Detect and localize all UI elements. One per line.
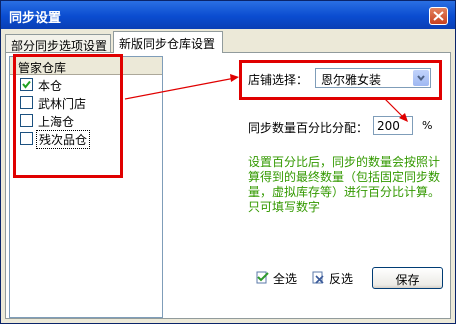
sync-settings-window: 同步设置 部分同步选项设置 新版同步仓库设置 管家仓库 本仓 武林门店 上海仓 … — [0, 0, 456, 324]
annotation-arrow-to-store — [124, 77, 236, 100]
annotation-arrows — [124, 74, 408, 122]
annotation-arrow-to-percent — [384, 98, 405, 119]
tab-label: 新版同步仓库设置 — [119, 37, 216, 51]
tab-new-sync-warehouse[interactable]: 新版同步仓库设置 — [113, 31, 223, 53]
annotation-arrow-head-store — [230, 74, 239, 82]
